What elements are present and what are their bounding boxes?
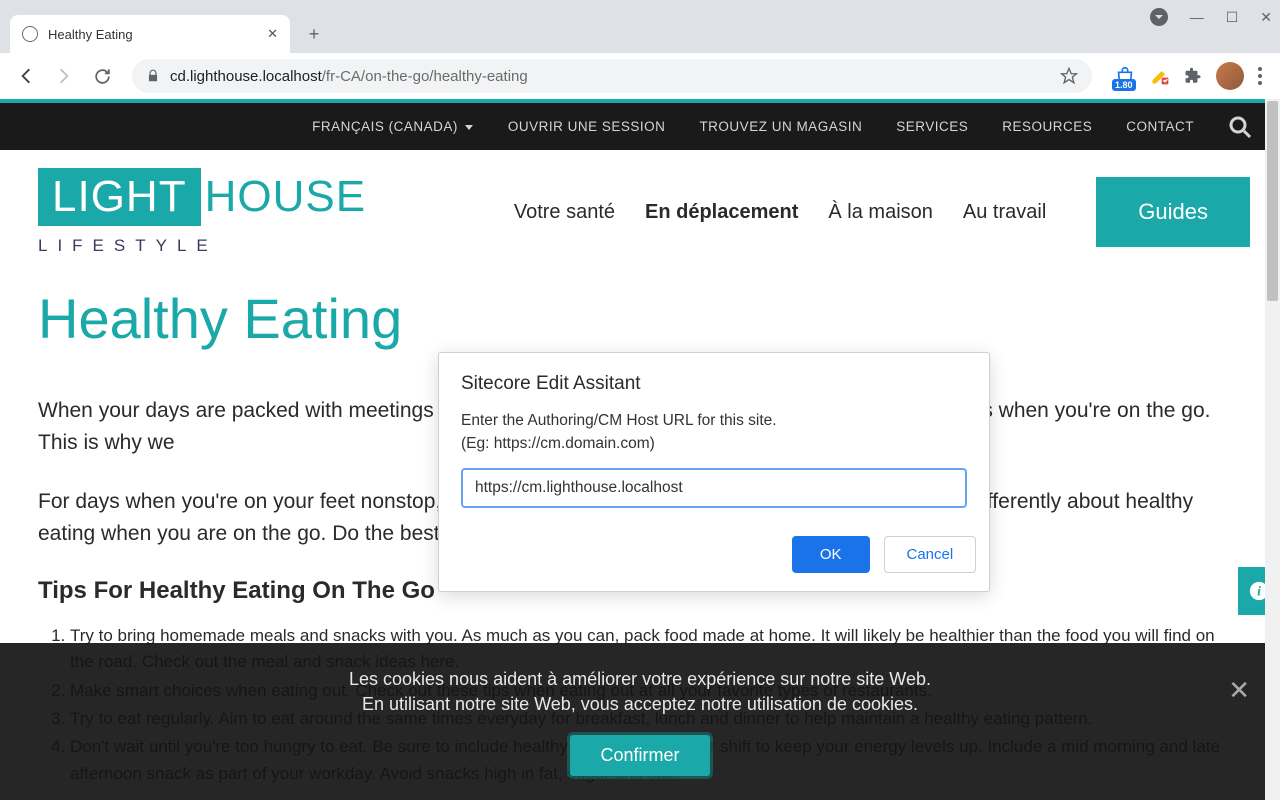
- profile-avatar[interactable]: [1216, 62, 1244, 90]
- topnav-resources[interactable]: RESOURCES: [1002, 119, 1092, 134]
- modal-description: Enter the Authoring/CM Host URL for this…: [461, 409, 967, 456]
- modal-ok-button[interactable]: OK: [792, 536, 870, 573]
- chevron-down-icon: [464, 122, 474, 132]
- modal-desc-line2: (Eg: https://cm.domain.com): [461, 435, 655, 452]
- page-title: Healthy Eating: [38, 286, 1242, 351]
- topnav-language[interactable]: FRANÇAIS (CANADA): [312, 119, 474, 134]
- url-path: /fr-CA/on-the-go/healthy-eating: [322, 68, 528, 85]
- lock-icon: [146, 69, 160, 83]
- topnav-store[interactable]: TROUVEZ UN MAGASIN: [699, 119, 862, 134]
- new-tab-button[interactable]: +: [300, 20, 328, 48]
- back-button[interactable]: [10, 60, 42, 92]
- modal-cancel-button[interactable]: Cancel: [884, 536, 977, 573]
- globe-icon: [22, 26, 38, 42]
- modal-title: Sitecore Edit Assitant: [461, 373, 967, 395]
- top-navigation: FRANÇAIS (CANADA) OUVRIR UNE SESSION TRO…: [0, 103, 1280, 150]
- cookie-banner: Les cookies nous aident à améliorer votr…: [0, 643, 1280, 800]
- topnav-language-label: FRANÇAIS (CANADA): [312, 119, 458, 134]
- topnav-services[interactable]: SERVICES: [896, 119, 968, 134]
- close-window-button[interactable]: ✕: [1260, 9, 1272, 26]
- browser-titlebar: Healthy Eating ✕ + — ☐ ✕: [0, 0, 1280, 53]
- incognito-icon: [1150, 8, 1168, 26]
- extensions-puzzle-icon[interactable]: [1184, 67, 1202, 85]
- nav-onthego[interactable]: En déplacement: [645, 201, 798, 224]
- site-header: LIGHT HOUSE LIFESTYLE Votre santé En dép…: [0, 150, 1280, 256]
- svg-text:i: i: [1257, 584, 1261, 599]
- cookie-confirm-button[interactable]: Confirmer: [570, 735, 709, 776]
- address-bar[interactable]: cd.lighthouse.localhost/fr-CA/on-the-go/…: [132, 59, 1092, 93]
- scrollbar[interactable]: [1265, 99, 1280, 800]
- minimize-button[interactable]: —: [1190, 9, 1204, 25]
- maximize-button[interactable]: ☐: [1226, 9, 1239, 26]
- scrollbar-thumb[interactable]: [1267, 101, 1278, 301]
- logo-part2: HOUSE: [201, 172, 366, 222]
- logo-subtitle: LIFESTYLE: [38, 236, 366, 256]
- close-icon[interactable]: ✕: [267, 26, 278, 42]
- guides-button[interactable]: Guides: [1096, 177, 1250, 247]
- cookie-line1: Les cookies nous aident à améliorer votr…: [40, 667, 1240, 692]
- browser-menu-button[interactable]: [1258, 67, 1262, 85]
- topnav-contact[interactable]: CONTACT: [1126, 119, 1194, 134]
- nav-work[interactable]: Au travail: [963, 201, 1046, 224]
- search-icon[interactable]: [1228, 115, 1252, 139]
- cookie-line2: En utilisant notre site Web, vous accept…: [40, 692, 1240, 717]
- tab-title: Healthy Eating: [48, 27, 259, 42]
- extension-badge: 1.80: [1112, 79, 1136, 91]
- topnav-session[interactable]: OUVRIR UNE SESSION: [508, 119, 666, 134]
- sitecore-modal: Sitecore Edit Assitant Enter the Authori…: [438, 352, 990, 592]
- modal-url-input[interactable]: [461, 468, 967, 508]
- extension-shopping-icon[interactable]: 1.80: [1114, 65, 1136, 87]
- reload-button[interactable]: [86, 60, 118, 92]
- nav-home[interactable]: À la maison: [828, 201, 933, 224]
- modal-desc-line1: Enter the Authoring/CM Host URL for this…: [461, 412, 777, 429]
- nav-health[interactable]: Votre santé: [514, 201, 615, 224]
- cookie-close-icon[interactable]: ✕: [1228, 675, 1250, 706]
- browser-toolbar: cd.lighthouse.localhost/fr-CA/on-the-go/…: [0, 53, 1280, 99]
- bookmark-star-icon[interactable]: [1060, 67, 1078, 85]
- forward-button[interactable]: [48, 60, 80, 92]
- extension-pencil-icon[interactable]: [1150, 66, 1170, 86]
- browser-tab[interactable]: Healthy Eating ✕: [10, 15, 290, 53]
- logo-part1: LIGHT: [38, 168, 201, 226]
- url-host: cd.lighthouse.localhost: [170, 68, 322, 85]
- site-logo[interactable]: LIGHT HOUSE LIFESTYLE: [38, 168, 366, 256]
- page-viewport: FRANÇAIS (CANADA) OUVRIR UNE SESSION TRO…: [0, 99, 1280, 800]
- main-navigation: Votre santé En déplacement À la maison A…: [514, 177, 1250, 247]
